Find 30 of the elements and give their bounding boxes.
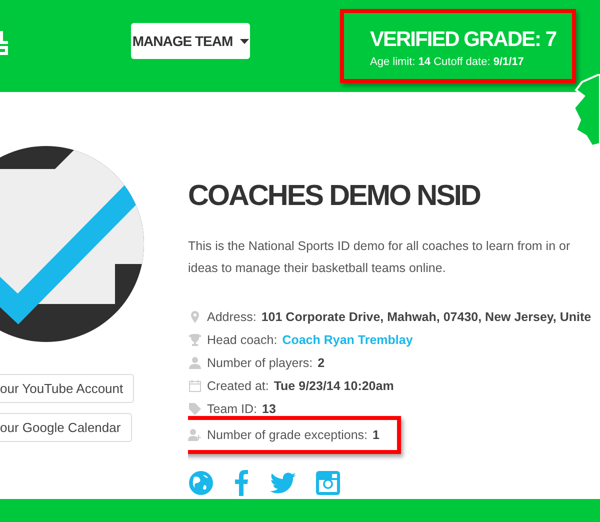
connect-account-button[interactable]: our Google Calendar bbox=[0, 413, 132, 442]
user-icon bbox=[188, 356, 202, 370]
verified-grade: VERIFIED GRADE: 7 bbox=[370, 27, 556, 53]
detail-value: 2 bbox=[318, 356, 325, 370]
detail-label: Number of grade exceptions: bbox=[207, 428, 368, 442]
team-title: COACHES DEMO NSID bbox=[188, 180, 482, 213]
detail-label: Created at: bbox=[207, 378, 269, 392]
grade-details: Age limit: 14 Cutoff date: 9/1/17 bbox=[370, 56, 525, 68]
tag-icon bbox=[188, 402, 202, 416]
detail-value: 101 Corporate Drive, Mahwah, 07430, New Jersey, Unite bbox=[261, 310, 592, 324]
team-description: This is the National Sports ID demo for all coaches to learn from in or ideas to manage their basketball teams online. bbox=[188, 238, 572, 277]
calendar-icon bbox=[188, 378, 202, 392]
detail-label: Address: bbox=[207, 310, 256, 324]
connect-account-button[interactable]: our YouTube Account bbox=[0, 374, 134, 403]
manage-team-button[interactable]: MANAGE TEAM bbox=[131, 23, 250, 59]
detail-value: 1 bbox=[372, 428, 380, 442]
instagram-icon[interactable] bbox=[316, 471, 340, 495]
detail-label: Team ID: bbox=[207, 402, 258, 416]
detail-value: 13 bbox=[262, 402, 276, 416]
pin-icon bbox=[188, 310, 202, 324]
detail-value: Tue 9/23/14 10:20am bbox=[274, 378, 394, 392]
trophy-icon bbox=[188, 332, 202, 346]
twitter-icon[interactable] bbox=[270, 472, 296, 494]
globe-icon[interactable] bbox=[188, 470, 214, 496]
logo-icon[interactable] bbox=[0, 29, 8, 55]
detail-label: Head coach: bbox=[207, 332, 278, 346]
caret-icon bbox=[240, 38, 249, 44]
useradd-icon bbox=[188, 428, 202, 442]
detail-label: Number of players: bbox=[207, 356, 313, 370]
facebook-icon[interactable] bbox=[234, 470, 250, 496]
